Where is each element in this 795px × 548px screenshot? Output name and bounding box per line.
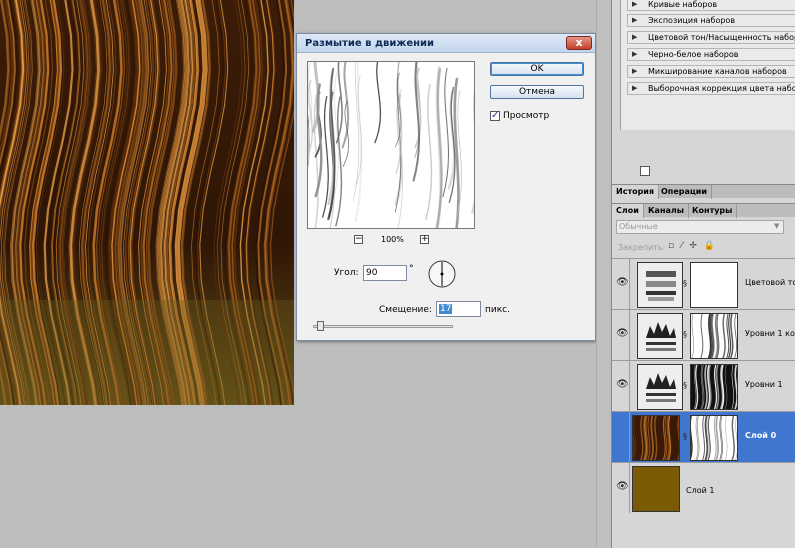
preview-image: [308, 62, 474, 228]
play-icon: ▶: [632, 67, 638, 75]
dialog-title: Размытие в движении: [305, 38, 435, 49]
tab-history[interactable]: История: [612, 185, 660, 199]
angle-dial[interactable]: [427, 259, 457, 289]
play-icon: ▶: [632, 0, 638, 8]
layer-name[interactable]: Слой 1: [686, 486, 714, 495]
layer-row[interactable]: 👁 Слой 1: [612, 462, 795, 548]
adjustment-item[interactable]: ▶ Цветовой тон/Насыщенность наборов: [627, 31, 795, 44]
lock-icons[interactable]: ▫ ⁄ ✢ 🔒: [668, 241, 717, 251]
adjustment-item[interactable]: ▶ Черно-белое наборов: [627, 48, 795, 61]
history-tabs: История Операции: [612, 184, 795, 199]
layers-tabs: Слои Каналы Контуры: [612, 203, 795, 218]
right-panel: ▶ Кривые наборов ▶ Экспозиция наборов ▶ Цве…: [612, 0, 795, 548]
offset-unit: пикс.: [485, 305, 510, 315]
layer-row[interactable]: 👁 § Уровни 1 ко: [612, 309, 795, 360]
play-icon: ▶: [632, 16, 638, 24]
brown-fill-thumbnail: [632, 466, 680, 512]
panel-divider[interactable]: [596, 0, 612, 548]
motion-blur-dialog: Размытие в движении x − 100% + OK Отмена…: [296, 33, 596, 341]
levels-adjustment-icon: [637, 313, 683, 359]
offset-input[interactable]: 17: [436, 301, 481, 317]
checkmark-icon: ✓: [491, 110, 500, 121]
tab-paths[interactable]: Контуры: [688, 204, 738, 218]
layer-mask-thumbnail[interactable]: [690, 364, 738, 410]
tab-layers[interactable]: Слои: [612, 204, 644, 218]
preview-label: Просмотр: [503, 111, 550, 121]
adjustment-item[interactable]: ▶ Выборочная коррекция цвета наборов: [627, 82, 795, 95]
blend-mode-select[interactable]: Обычные: [616, 220, 784, 234]
adjustment-item[interactable]: ▶ Кривые наборов: [627, 0, 795, 11]
new-snapshot-icon[interactable]: [640, 166, 650, 176]
layer-mask-thumbnail[interactable]: [690, 262, 738, 308]
layer-row[interactable]: 👁 § Уровни 1: [612, 360, 795, 411]
layer-mask-thumbnail[interactable]: [690, 313, 738, 359]
hair-layer-thumbnail[interactable]: [632, 415, 680, 461]
adjustment-item[interactable]: ▶ Экспозиция наборов: [627, 14, 795, 27]
play-icon: ▶: [632, 84, 638, 92]
offset-slider-track[interactable]: [313, 325, 453, 328]
chevron-down-icon: ▼: [774, 222, 780, 230]
tab-channels[interactable]: Каналы: [644, 204, 689, 218]
offset-slider-handle[interactable]: [317, 321, 324, 331]
layer-name[interactable]: Уровни 1: [745, 380, 783, 389]
zoom-out-button[interactable]: −: [354, 235, 363, 244]
layer-mask-thumbnail[interactable]: [690, 415, 738, 461]
layer-name[interactable]: Уровни 1 ко: [745, 329, 795, 338]
layer-name[interactable]: Слой 0: [745, 431, 776, 440]
levels-adjustment-icon: [637, 364, 683, 410]
cancel-button[interactable]: Отмена: [490, 85, 584, 99]
offset-label: Смещение:: [379, 305, 432, 315]
hue-adjustment-icon: [637, 262, 683, 308]
visibility-eye-icon[interactable]: 👁: [616, 481, 629, 492]
visibility-eye-icon[interactable]: 👁: [616, 379, 629, 390]
adjustments-list: ▶ Кривые наборов ▶ Экспозиция наборов ▶ Цве…: [620, 0, 795, 130]
visibility-eye-icon[interactable]: 👁: [616, 277, 629, 288]
link-icon: §: [683, 432, 687, 441]
link-icon: §: [683, 279, 687, 288]
layer-row[interactable]: 👁 § Цветовой то: [612, 258, 795, 309]
hair-texture-image: [0, 0, 294, 405]
play-icon: ▶: [632, 33, 638, 41]
visibility-eye-icon[interactable]: 👁: [616, 328, 629, 339]
filter-preview[interactable]: [307, 61, 475, 229]
layer-row-selected[interactable]: § Слой 0: [612, 411, 795, 462]
adjustment-item[interactable]: ▶ Микширование каналов наборов: [627, 65, 795, 78]
close-button[interactable]: x: [566, 36, 592, 50]
angle-label: Угол:: [334, 268, 359, 278]
close-icon: x: [575, 36, 583, 49]
ok-button[interactable]: OK: [490, 62, 584, 76]
link-icon: §: [683, 330, 687, 339]
offset-value: 17: [439, 304, 453, 314]
lock-label: Закрепить:: [618, 243, 666, 252]
preview-checkbox[interactable]: ✓: [490, 110, 500, 121]
play-icon: ▶: [632, 50, 638, 58]
zoom-level: 100%: [381, 235, 404, 244]
document-canvas[interactable]: [0, 0, 294, 405]
layer-name[interactable]: Цветовой то: [745, 278, 795, 287]
degree-sign: °: [409, 264, 414, 274]
tab-actions[interactable]: Операции: [657, 185, 713, 199]
angle-input[interactable]: 90: [363, 265, 407, 281]
zoom-in-button[interactable]: +: [420, 235, 429, 244]
link-icon: §: [683, 381, 687, 390]
dialog-titlebar[interactable]: Размытие в движении x: [297, 34, 595, 53]
